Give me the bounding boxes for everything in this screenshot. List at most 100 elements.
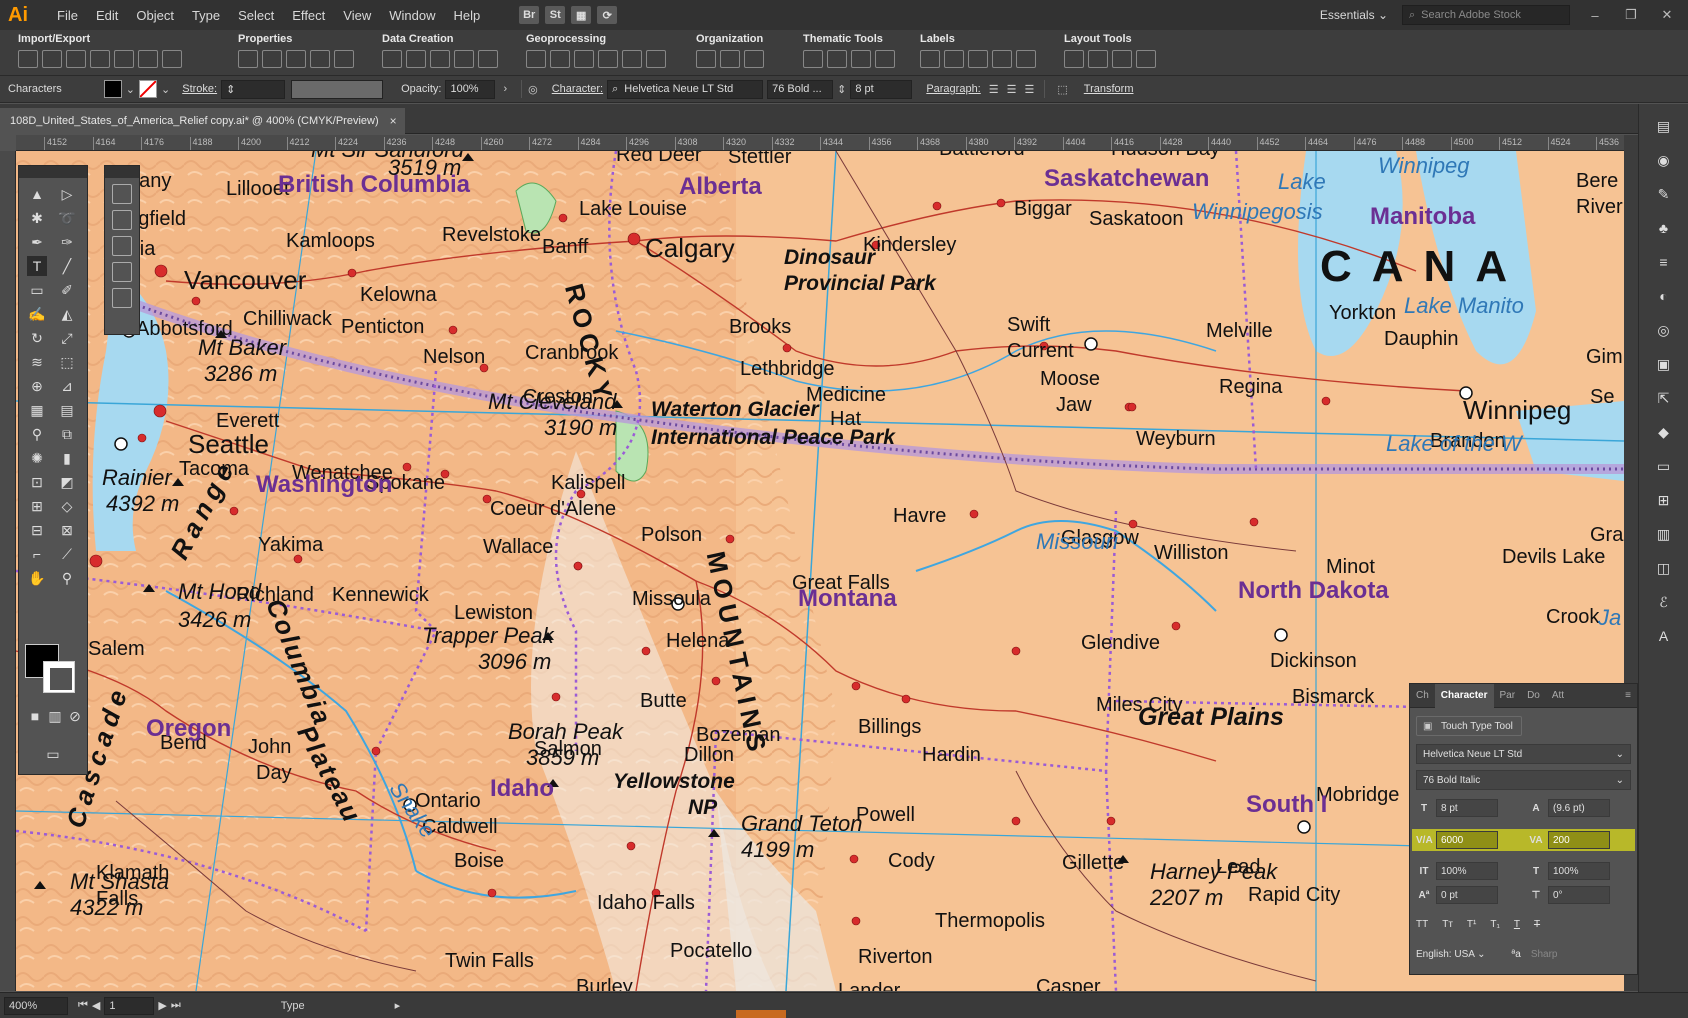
- antialias-dropdown[interactable]: Sharp: [1531, 949, 1558, 960]
- map-views-icon[interactable]: ◉: [1654, 152, 1674, 172]
- strikethrough-icon[interactable]: T: [1534, 919, 1540, 930]
- previous-artboard-icon[interactable]: ◀: [92, 999, 100, 1012]
- screen-mode-icon[interactable]: ▭: [43, 744, 63, 764]
- stock-button[interactable]: St: [545, 6, 566, 24]
- menu-file[interactable]: File: [48, 8, 87, 23]
- rectangle-tool-icon[interactable]: ▭: [27, 280, 47, 300]
- workspace-switcher[interactable]: Essentials ⌄: [1320, 8, 1388, 22]
- crop-icon[interactable]: ⌐: [27, 544, 47, 564]
- layers-icon[interactable]: ◆: [1654, 424, 1674, 444]
- artboards-icon[interactable]: ▭: [1654, 458, 1674, 478]
- pathfinder-icon[interactable]: ◫: [1654, 560, 1674, 580]
- menu-object[interactable]: Object: [127, 8, 183, 23]
- tracking-field[interactable]: 200: [1548, 831, 1610, 849]
- tab-ch[interactable]: Ch: [1410, 690, 1435, 701]
- vertical-scale-field[interactable]: 100%: [1436, 862, 1498, 880]
- table-add-icon[interactable]: [454, 50, 474, 68]
- none-mode-icon[interactable]: ⊘: [65, 706, 85, 726]
- gpu-performance-icon[interactable]: ⟳: [597, 6, 618, 24]
- tag-icon[interactable]: [944, 50, 964, 68]
- warp-icon[interactable]: ≋: [27, 352, 47, 372]
- simplify-icon[interactable]: [526, 50, 546, 68]
- baseline-field[interactable]: 0 pt: [1436, 886, 1498, 904]
- menu-window[interactable]: Window: [380, 8, 444, 23]
- superscript-icon[interactable]: T¹: [1467, 919, 1476, 930]
- knife-icon[interactable]: ◇: [57, 496, 77, 516]
- join-icon[interactable]: [622, 50, 642, 68]
- libraries-icon[interactable]: ▤: [1654, 118, 1674, 138]
- status-menu-icon[interactable]: ▸: [395, 999, 401, 1012]
- font-size-field[interactable]: 8 pt: [850, 79, 913, 99]
- table-icon[interactable]: [112, 210, 132, 230]
- free-transform-icon[interactable]: ⬚: [57, 352, 77, 372]
- legend-icon[interactable]: [310, 50, 330, 68]
- selection-tool-icon[interactable]: ▲: [27, 184, 47, 204]
- arrange-documents-icon[interactable]: ▦: [571, 6, 592, 24]
- stepper-icon[interactable]: ⇕: [837, 83, 846, 96]
- import-icon[interactable]: [18, 50, 38, 68]
- subscript-icon[interactable]: T₁: [1490, 919, 1499, 930]
- restore-button[interactable]: ❐: [1620, 7, 1642, 23]
- shape-builder-icon[interactable]: ⊕: [27, 376, 47, 396]
- menu-type[interactable]: Type: [183, 8, 229, 23]
- north-arrow-icon[interactable]: [1136, 50, 1156, 68]
- grid-layout-icon[interactable]: [1064, 50, 1084, 68]
- perspective-icon[interactable]: ⊿: [57, 376, 77, 396]
- stylesheet-icon[interactable]: [720, 50, 740, 68]
- horizontal-scale-field[interactable]: 100%: [1548, 862, 1610, 880]
- gradient-mode-icon[interactable]: ▥: [45, 706, 65, 726]
- stroke-color[interactable]: [43, 661, 75, 693]
- first-artboard-icon[interactable]: ⏮: [78, 999, 88, 1012]
- stroke-weight-field[interactable]: ⇕: [221, 79, 286, 99]
- mesh-icon[interactable]: ▦: [27, 400, 47, 420]
- close-tab-icon[interactable]: ×: [390, 114, 397, 128]
- symbol-sprayer-icon[interactable]: ✺: [27, 448, 47, 468]
- database-icon[interactable]: [114, 50, 134, 68]
- transform-icon[interactable]: ▥: [1654, 526, 1674, 546]
- buffer-icon[interactable]: [598, 50, 618, 68]
- menu-effect[interactable]: Effect: [283, 8, 334, 23]
- map-tool-icon[interactable]: ⊠: [57, 520, 77, 540]
- ellipse-icon[interactable]: [827, 50, 847, 68]
- paintbrush-icon[interactable]: ✐: [57, 280, 77, 300]
- tab-character[interactable]: Character: [1434, 683, 1494, 708]
- font-size-field[interactable]: 8 pt: [1436, 799, 1498, 817]
- zoom-field[interactable]: 400%: [4, 996, 68, 1015]
- minimize-button[interactable]: –: [1584, 8, 1606, 23]
- horizontal-ruler[interactable]: 4152 4164 4176 4188 4200 4212 4224 4236 4248 4260…: [16, 135, 1624, 151]
- globe-tile-icon[interactable]: [138, 50, 158, 68]
- direct-selection-tool-icon[interactable]: ▷: [57, 184, 77, 204]
- character-icon[interactable]: A: [1654, 628, 1674, 648]
- line-icon[interactable]: [550, 50, 570, 68]
- transform-link[interactable]: Transform: [1084, 83, 1134, 95]
- align-center-icon[interactable]: ☰: [1007, 83, 1017, 96]
- chevron-down-icon[interactable]: ⌄: [161, 83, 170, 96]
- type-tool-icon[interactable]: T: [27, 256, 47, 276]
- align-right-icon[interactable]: ☰: [1025, 83, 1035, 96]
- stock-search-input[interactable]: ⌕ Search Adobe Stock: [1402, 5, 1570, 25]
- rotate-icon[interactable]: ↻: [27, 328, 47, 348]
- paragraph-label[interactable]: Paragraph:: [926, 83, 980, 95]
- slice-tool-icon[interactable]: ◩: [57, 472, 77, 492]
- clip-icon[interactable]: [574, 50, 594, 68]
- attributes-icon[interactable]: [262, 50, 282, 68]
- scale-bar-icon[interactable]: [1112, 50, 1132, 68]
- panel-menu-icon[interactable]: ≡: [1619, 690, 1637, 701]
- select-icon[interactable]: [696, 50, 716, 68]
- density-icon[interactable]: [875, 50, 895, 68]
- artboard-tool-icon[interactable]: ⊡: [27, 472, 47, 492]
- appearance-icon[interactable]: ◎: [1654, 322, 1674, 342]
- menu-edit[interactable]: Edit: [87, 8, 127, 23]
- font-style-dropdown[interactable]: 76 Bold Italic ⌄: [1416, 770, 1631, 790]
- hand-tool-icon[interactable]: ✋: [27, 568, 47, 588]
- stroke-label[interactable]: Stroke:: [182, 83, 217, 95]
- all-caps-icon[interactable]: TT: [1416, 919, 1428, 930]
- measure-icon[interactable]: ⟋: [57, 544, 77, 564]
- eyedropper-icon[interactable]: ⚲: [27, 424, 47, 444]
- artboard-canvas[interactable]: Red Deer Stettler Battleford Hudson Bay …: [16, 151, 1624, 991]
- lightning-icon[interactable]: [162, 50, 182, 68]
- chevron-right-icon[interactable]: ›: [503, 83, 507, 95]
- label-icon[interactable]: [920, 50, 940, 68]
- font-family-field[interactable]: ⌕ Helvetica Neue LT Std: [607, 79, 764, 99]
- current-tool-label[interactable]: Type: [281, 1000, 305, 1012]
